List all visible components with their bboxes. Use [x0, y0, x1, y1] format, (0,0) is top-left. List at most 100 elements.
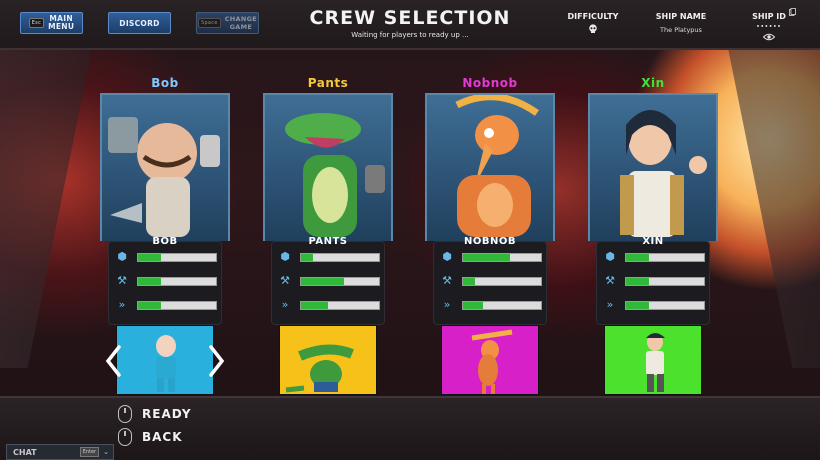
change-game-button[interactable]: Space CHANGE GAME [196, 12, 259, 34]
previous-crew-arrow[interactable] [104, 344, 122, 378]
crew-name: XIN [642, 236, 664, 247]
esc-key-hint: Esc [28, 18, 45, 28]
stat-bar [137, 300, 217, 310]
ship-name-value: The Platypus [660, 26, 702, 34]
speed-icon: » [281, 298, 289, 311]
player-name: Bob [151, 76, 179, 90]
skull-icon [589, 24, 597, 33]
discord-button[interactable]: DISCORD [108, 12, 171, 34]
crew-portrait [588, 93, 718, 241]
back-label: BACK [142, 430, 183, 444]
stat-row: ⚒ [603, 273, 707, 289]
stat-bar-fill [626, 277, 650, 285]
crew-skin-slot[interactable] [604, 325, 702, 395]
ready-label: READY [142, 407, 192, 421]
crew-name: NOBNOB [464, 236, 516, 247]
difficulty-selector[interactable]: DIFFICULTY [562, 12, 624, 34]
stat-bar [462, 252, 542, 262]
ship-id: SHIP ID •••••• [744, 8, 796, 41]
crew-skin-slot[interactable] [279, 325, 377, 395]
stat-bar [462, 300, 542, 310]
stat-bar-fill [626, 253, 650, 261]
ship-name: SHIP NAME The Platypus [648, 12, 714, 34]
stat-row: » [603, 297, 707, 313]
crew-portrait [263, 93, 393, 241]
ship-id-label: SHIP ID [752, 12, 786, 21]
stat-bar [625, 300, 705, 310]
change-game-label-1: CHANGE [224, 15, 257, 23]
eye-icon[interactable] [763, 33, 775, 41]
mouse-right-click-icon [118, 428, 132, 446]
ship-id-value: •••••• [756, 24, 782, 30]
stat-bar [625, 276, 705, 286]
speed-icon: » [443, 298, 451, 311]
ready-button[interactable]: READY [118, 405, 192, 423]
chat-panel[interactable]: CHAT Enter ⌄ [6, 444, 114, 460]
stat-row: ⚒ [115, 273, 219, 289]
stat-bar-fill [626, 301, 650, 309]
stat-bar [300, 252, 380, 262]
wrench-icon: ⚒ [117, 274, 127, 287]
crew-card-nobnob[interactable]: Nobnob NOBNOB ⬢ ⚒ » [425, 76, 555, 396]
stat-bar [300, 276, 380, 286]
chevron-down-icon[interactable]: ⌄ [103, 448, 109, 456]
player-name: Pants [307, 76, 349, 90]
shield-icon: ⬢ [280, 250, 290, 263]
crew-card-pants[interactable]: Pants PANTS ⬢ ⚒ » [263, 76, 393, 396]
speed-icon: » [118, 298, 126, 311]
crew-name: PANTS [308, 236, 348, 247]
stat-bar-fill [301, 253, 313, 261]
crew-stats-panel: PANTS ⬢ ⚒ » [271, 236, 385, 325]
change-game-label-2: GAME [229, 23, 253, 31]
crew-stats-panel: BOB ⬢ ⚒ » [108, 236, 222, 325]
chat-key-hint: Enter [79, 447, 100, 457]
stat-row: ⬢ [603, 249, 707, 265]
crew-portrait [425, 93, 555, 241]
crew-skin-slot[interactable] [116, 325, 214, 395]
discord-label: DISCORD [119, 18, 160, 28]
crew-card-xin[interactable]: Xin XIN ⬢ ⚒ » [588, 76, 718, 396]
status-subtitle: Waiting for players to ready up ... [351, 31, 469, 39]
stat-bar [462, 276, 542, 286]
shield-icon: ⬢ [117, 250, 127, 263]
stat-row: » [278, 297, 382, 313]
stat-row: ⚒ [440, 273, 544, 289]
crew-stats-panel: NOBNOB ⬢ ⚒ » [433, 236, 547, 325]
stat-row: ⬢ [440, 249, 544, 265]
copy-icon[interactable] [788, 8, 796, 16]
difficulty-label: DIFFICULTY [567, 12, 619, 21]
player-name: Xin [641, 76, 665, 90]
back-button[interactable]: BACK [118, 428, 183, 446]
stat-bar-fill [463, 253, 510, 261]
chat-label: CHAT [13, 447, 37, 457]
crew-stats-panel: XIN ⬢ ⚒ » [596, 236, 710, 325]
stat-bar [137, 252, 217, 262]
main-menu-label-2: MENU [48, 22, 75, 31]
stat-row: ⬢ [115, 249, 219, 265]
stat-bar-fill [301, 301, 329, 309]
wrench-icon: ⚒ [280, 274, 290, 287]
stat-bar [625, 252, 705, 262]
speed-icon: » [606, 298, 614, 311]
stat-row: ⚒ [278, 273, 382, 289]
page-title: CREW SELECTION [309, 7, 511, 29]
stat-row: » [440, 297, 544, 313]
shield-icon: ⬢ [605, 250, 615, 263]
stat-bar-fill [138, 301, 162, 309]
crew-name: BOB [152, 236, 178, 247]
next-crew-arrow[interactable] [208, 344, 226, 378]
stat-bar-fill [138, 277, 162, 285]
wrench-icon: ⚒ [605, 274, 615, 287]
ship-name-label: SHIP NAME [655, 12, 707, 21]
wrench-icon: ⚒ [442, 274, 452, 287]
crew-portrait [100, 93, 230, 241]
stat-bar [300, 300, 380, 310]
mouse-left-click-icon [118, 405, 132, 423]
stat-bar-fill [463, 301, 483, 309]
main-menu-button[interactable]: Esc MAIN MENU [20, 12, 83, 34]
stat-bar-fill [301, 277, 344, 285]
shield-icon: ⬢ [442, 250, 452, 263]
stat-bar [137, 276, 217, 286]
stat-bar-fill [463, 277, 475, 285]
crew-skin-slot[interactable] [441, 325, 539, 395]
